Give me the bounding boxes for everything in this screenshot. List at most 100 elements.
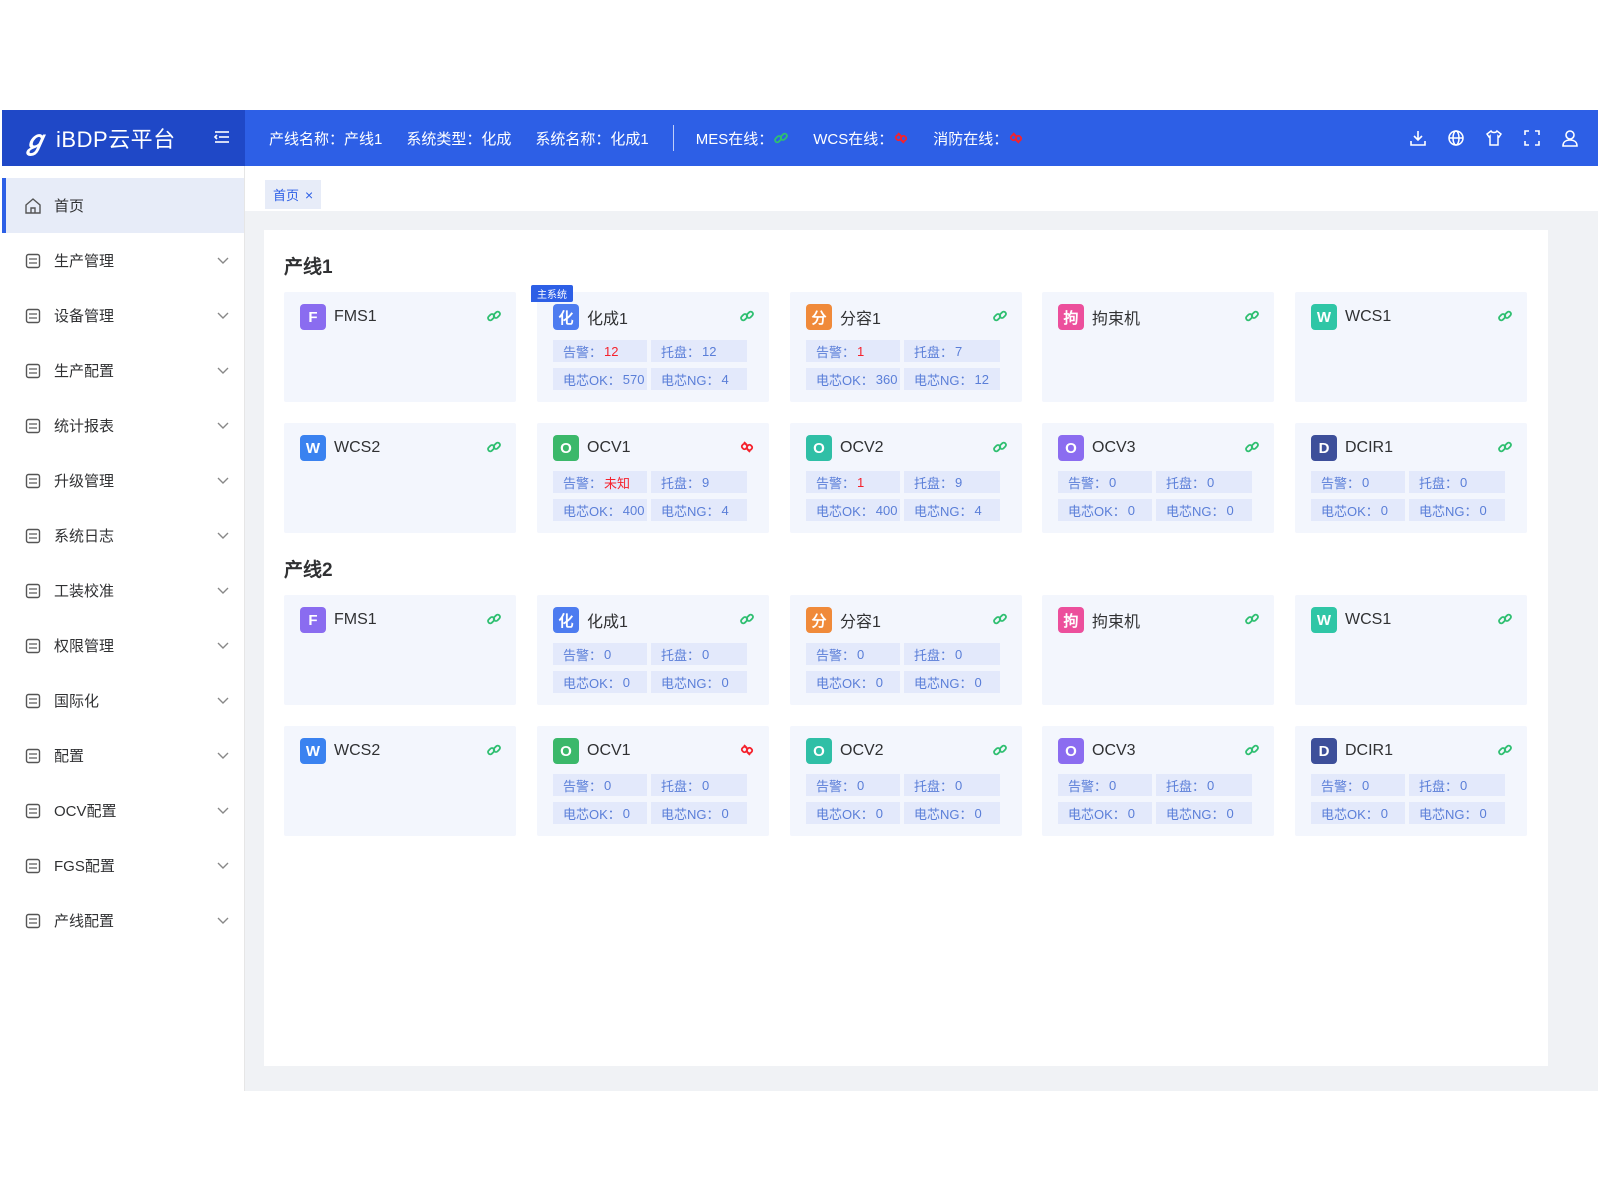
menu-collapse-icon[interactable] [213, 128, 231, 146]
sidebar-item-7[interactable]: 工装校准 [2, 563, 244, 618]
link-online-icon[interactable] [486, 611, 502, 627]
link-online-icon[interactable] [1497, 439, 1513, 455]
device-card[interactable]: O OCV2 告警： 1 托盘： 9 电芯OK： 400 电芯NG： 4 [790, 423, 1022, 533]
link-online-icon[interactable] [486, 742, 502, 758]
stat-label: 电芯NG： [1166, 806, 1225, 822]
link-offline-icon[interactable] [739, 439, 755, 455]
device-card[interactable]: 化化成1 告警： 0 托盘： 0 电芯OK： 0 电芯NG： 0 [537, 595, 769, 705]
link-online-icon[interactable] [739, 611, 755, 627]
link-online-icon[interactable] [992, 611, 1008, 627]
device-card[interactable]: O OCV3 告警： 0 托盘： 0 电芯OK： 0 电芯NG： 0 [1042, 726, 1274, 836]
stat-value: 0 [1109, 474, 1117, 490]
stat-value: 4 [974, 502, 982, 518]
sidebar-item-9[interactable]: 国际化 [2, 673, 244, 728]
device-icon [24, 307, 42, 325]
sidebar-item-0[interactable]: 首页 [2, 178, 244, 233]
device-card[interactable]: O OCV2 告警： 0 托盘： 0 电芯OK： 0 电芯NG： 0 [790, 726, 1022, 836]
globe-icon[interactable] [1446, 128, 1466, 148]
fullscreen-icon[interactable] [1522, 128, 1542, 148]
header-info: 产线名称： 产线1 系统类型： 化成 系统名称： 化成1 MES在线： WCS在线： … [245, 125, 1390, 151]
device-card[interactable]: W WCS2 [284, 423, 516, 533]
shirt-icon[interactable] [1484, 128, 1504, 148]
tab-label: 首页 [273, 188, 300, 203]
device-header: O OCV2 [806, 738, 884, 764]
device-card[interactable]: O OCV1 告警： 0 托盘： 0 电芯OK： 0 电芯NG： 0 [537, 726, 769, 836]
sidebar-item-label: 产线配置 [54, 913, 115, 930]
sidebar-item-3[interactable]: 生产配置 [2, 343, 244, 398]
stat-label: 电芯OK： [1321, 503, 1379, 519]
link-online-icon[interactable] [1244, 439, 1260, 455]
device-card[interactable]: 主系统化化成1 告警： 12 托盘： 12 电芯OK： 570 电芯NG： 4 [531, 285, 769, 402]
device-card[interactable]: 拘拘束机 [1042, 595, 1274, 705]
stat-value: 570 [622, 371, 645, 387]
system-name-info: 系统名称： 化成1 [535, 128, 648, 149]
link-online-icon[interactable] [992, 439, 1008, 455]
device-card[interactable]: F FMS1 [284, 292, 516, 402]
stat-value: 400 [622, 502, 645, 518]
link-online-icon[interactable] [992, 308, 1008, 324]
device-card[interactable]: D DCIR1 告警： 0 托盘： 0 电芯OK： 0 电芯NG： 0 [1295, 726, 1527, 836]
device-card[interactable]: 拘拘束机 [1042, 292, 1274, 402]
link-online-icon[interactable] [739, 308, 755, 324]
stat-ok: 电芯OK： 0 [806, 671, 900, 693]
device-card[interactable]: 分分容1 告警： 0 托盘： 0 电芯OK： 0 电芯NG： 0 [790, 595, 1022, 705]
stat-label: 电芯OK： [816, 806, 874, 822]
stat-label: 电芯OK： [563, 675, 621, 691]
device-card[interactable]: W WCS1 [1295, 595, 1527, 705]
stat-value: 0 [604, 646, 612, 662]
device-header: W WCS2 [300, 435, 380, 461]
link-online-icon[interactable] [1497, 308, 1513, 324]
stat-value: 0 [955, 646, 963, 662]
sidebar-item-13[interactable]: 产线配置 [2, 893, 244, 948]
device-card[interactable]: F FMS1 [284, 595, 516, 705]
link-online-icon[interactable] [1497, 611, 1513, 627]
sidebar-item-2[interactable]: 设备管理 [2, 288, 244, 343]
stat-value: 0 [1362, 777, 1370, 793]
link-online-icon[interactable] [1497, 742, 1513, 758]
link-online-icon[interactable] [1244, 611, 1260, 627]
device-card[interactable]: W WCS2 [284, 726, 516, 836]
sidebar-item-10[interactable]: 配置 [2, 728, 244, 783]
sidebar-item-5[interactable]: 升级管理 [2, 453, 244, 508]
device-type-icon: W [1311, 304, 1337, 330]
device-type-icon: 化 [553, 304, 579, 330]
stat-value: 0 [1479, 805, 1487, 821]
device-card[interactable]: W WCS1 [1295, 292, 1527, 402]
sidebar-item-11[interactable]: OCV配置 [2, 783, 244, 838]
stat-label: 电芯NG： [1166, 503, 1225, 519]
device-header: F FMS1 [300, 304, 377, 330]
device-card[interactable]: D DCIR1 告警： 0 托盘： 0 电芯OK： 0 电芯NG： 0 [1295, 423, 1527, 533]
chart-icon [24, 417, 42, 435]
device-name: OCV3 [1092, 439, 1136, 456]
tab-home[interactable]: 首页 × [265, 180, 322, 209]
wcs-label: WCS在线： [813, 130, 894, 148]
user-icon[interactable] [1560, 128, 1580, 148]
device-card[interactable]: O OCV1 告警： 未知 托盘： 9 电芯OK： 400 电芯NG： 4 [537, 423, 769, 533]
stat-tray: 托盘： 9 [651, 471, 747, 493]
device-card[interactable]: O OCV3 告警： 0 托盘： 0 电芯OK： 0 电芯NG： 0 [1042, 423, 1274, 533]
link-online-icon[interactable] [486, 439, 502, 455]
sidebar-item-8[interactable]: 权限管理 [2, 618, 244, 673]
link-online-icon[interactable] [1244, 308, 1260, 324]
stat-ok: 电芯OK： 0 [553, 671, 647, 693]
link-online-icon[interactable] [486, 308, 502, 324]
stat-alarm: 告警： 0 [1311, 774, 1405, 796]
device-header: 化化成1 [553, 607, 628, 633]
device-card[interactable]: 分分容1 告警： 1 托盘： 7 电芯OK： 360 电芯NG： 12 [790, 292, 1022, 402]
sidebar-item-4[interactable]: 统计报表 [2, 398, 244, 453]
link-online-icon[interactable] [992, 742, 1008, 758]
sidebar-item-12[interactable]: FGS配置 [2, 838, 244, 893]
device-type-icon: O [1058, 738, 1084, 764]
sidebar-item-6[interactable]: 系统日志 [2, 508, 244, 563]
sidebar-item-1[interactable]: 生产管理 [2, 233, 244, 288]
download-icon[interactable] [1408, 128, 1428, 148]
link-online-icon[interactable] [1244, 742, 1260, 758]
close-icon[interactable]: × [305, 187, 313, 203]
device-header: D DCIR1 [1311, 738, 1393, 764]
stat-ng: 电芯NG： 0 [651, 671, 747, 693]
link-offline-icon[interactable] [739, 742, 755, 758]
device-header: O OCV3 [1058, 435, 1136, 461]
sidebar-item-label: 统计报表 [54, 418, 115, 435]
stat-label: 电芯NG： [1419, 503, 1478, 519]
stat-label: 电芯OK： [816, 372, 874, 388]
